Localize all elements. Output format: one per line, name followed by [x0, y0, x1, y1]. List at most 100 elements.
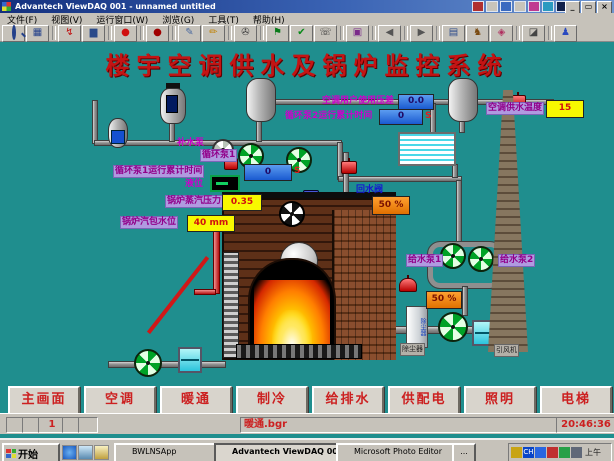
pump1-label: 循环泵1 — [200, 149, 237, 162]
nav-lighting-button[interactable]: 照明 — [464, 386, 536, 416]
pipe — [256, 120, 262, 142]
red-riser-pipe — [213, 228, 220, 294]
return-valve-label: 回水阀 — [356, 185, 383, 196]
ie-quicklaunch-icon[interactable] — [62, 445, 77, 460]
flue-valve — [399, 278, 417, 292]
pump1-time-unit: S — [294, 166, 300, 176]
air-damper — [178, 347, 202, 373]
mini-icon-3[interactable] — [500, 1, 512, 12]
return-valve — [341, 161, 357, 174]
outlook-quicklaunch-icon[interactable] — [94, 445, 109, 460]
ime-lang-tray-icon[interactable]: CH — [523, 447, 534, 458]
forced-draft-fan — [134, 349, 162, 377]
confirm-icon[interactable]: ✔ — [290, 25, 313, 42]
air-duct-pipe — [108, 361, 226, 368]
start-label: 开始 — [18, 446, 38, 461]
heat-exchanger — [398, 132, 456, 166]
level-indicator — [210, 175, 240, 192]
task-viewdaq[interactable]: Advantech ViewDAQ 001... — [214, 443, 355, 461]
feed-valve-value: 50 % — [426, 291, 462, 309]
back-icon[interactable]: ◀ — [378, 25, 401, 42]
network-up-tray-icon[interactable] — [559, 447, 570, 458]
steam-drum-left — [246, 78, 276, 122]
nav-hvac-button[interactable]: 空调 — [84, 386, 156, 416]
id-fan-label: 引风机 — [494, 344, 519, 357]
start-button[interactable]: 开始 — [2, 443, 60, 461]
nav-cooling-button[interactable]: 制冷 — [236, 386, 308, 416]
dust-collector-tower: 除尘器 — [406, 306, 428, 348]
alarm-ack-icon[interactable]: ● — [146, 25, 169, 42]
mini-icon-5[interactable] — [528, 1, 540, 12]
boiler-right-wall — [332, 210, 396, 360]
supply-temp-label: 空调供水温度 — [486, 102, 544, 115]
drum-level-label: 锅炉汽包水位 — [120, 216, 178, 229]
camera-icon[interactable]: ✇ — [234, 25, 257, 42]
status-cell — [78, 417, 98, 433]
dust-collector-label: 除尘器 — [400, 343, 425, 356]
edit-key-icon[interactable]: ✏ — [202, 25, 225, 42]
return-valve-value: 50 % — [372, 196, 410, 215]
forward-icon[interactable]: ▶ — [410, 25, 433, 42]
pipe — [338, 176, 462, 182]
scada-screen: Advantech ViewDAQ 001 - unnamed untitled… — [0, 0, 614, 461]
steam-drum-right — [448, 78, 478, 122]
volume-tray-icon[interactable] — [511, 447, 522, 458]
histogram-icon[interactable]: ▆ — [82, 25, 105, 42]
operator-icon[interactable]: ♟ — [554, 25, 577, 42]
monitor-tray-icon[interactable] — [571, 447, 582, 458]
feed-pump-1-fan — [440, 243, 466, 269]
display-tray-icon[interactable] — [535, 447, 546, 458]
windows-logo-icon — [6, 449, 16, 458]
screen-title: 楼宇空调供水及锅炉监控系统 — [52, 46, 562, 81]
trend-icon[interactable]: ↯ — [58, 25, 81, 42]
level-label: 液位 — [185, 179, 203, 190]
system-tray: CH 上午 — [508, 443, 612, 461]
mini-icon-2[interactable] — [486, 1, 498, 12]
supply-temp-value: 15 — [546, 100, 584, 118]
eraser-icon[interactable]: ◈ — [490, 25, 513, 42]
boiler-ladder — [223, 252, 239, 358]
pin-icon[interactable]: ✎ — [178, 25, 201, 42]
nav-main-screen-button[interactable]: 主画面 — [8, 386, 80, 416]
steam-pressure-label: 锅炉蒸汽压力 — [165, 195, 223, 208]
pump1-time-value: 0 — [244, 164, 292, 181]
induced-draft-fan — [438, 312, 468, 342]
logbook-icon[interactable]: ▤ — [442, 25, 465, 42]
status-clock-cell: 20:46:36 — [556, 417, 614, 433]
pipe — [92, 100, 98, 144]
window-title: Advantech ViewDAQ 001 - unnamed untitled — [15, 2, 216, 11]
tray-clock: 上午 — [585, 447, 601, 458]
toolbar: ▦ ↯ ▆ ● ● ✎ ✏ ✇ ⚑ ✔ ☏ ▣ ◀ ▶ ▤ ♞ ◈ ◪ ♟ — [0, 25, 614, 42]
steam-pressure-value: 0.35 — [222, 194, 262, 211]
pump1-time-label: 循环泵1运行累计时间 — [113, 165, 204, 178]
mini-icon-1[interactable] — [472, 1, 484, 12]
feed-pump-2-fan — [468, 246, 494, 272]
mini-icon-4[interactable] — [514, 1, 526, 12]
titlebar-mini-icons — [472, 1, 568, 12]
antivirus-tray-icon[interactable] — [547, 447, 558, 458]
red-stub-pipe — [194, 289, 216, 295]
nav-elevator-button[interactable]: 电梯 — [540, 386, 612, 416]
nav-water-button[interactable]: 给排水 — [312, 386, 384, 416]
nav-heating-button[interactable]: 暖通 — [160, 386, 232, 416]
search-icon[interactable] — [2, 25, 25, 42]
pipe — [456, 180, 462, 246]
clapper-icon[interactable]: ◪ — [522, 25, 545, 42]
feed-pump1-label: 给水泵1 — [406, 254, 443, 267]
nav-power-button[interactable]: 供配电 — [388, 386, 460, 416]
menu-bar: 文件(F) 视图(V) 运行窗口(W) 浏览(G) 工具(T) 帮助(H) — [0, 13, 614, 25]
task-photo-editor[interactable]: Microsoft Photo Editor — [336, 443, 471, 461]
phone-icon[interactable]: ☏ — [314, 25, 337, 42]
title-bar: Advantech ViewDAQ 001 - unnamed untitled… — [0, 0, 614, 13]
flag-icon[interactable]: ⚑ — [266, 25, 289, 42]
desktop-quicklaunch-icon[interactable] — [78, 445, 93, 460]
pump2-time-unit: S — [425, 111, 431, 121]
mini-icon-6[interactable] — [542, 1, 554, 12]
watchdog-icon[interactable]: ♞ — [466, 25, 489, 42]
panel-icon[interactable]: ▦ — [26, 25, 49, 42]
makeup-pump-label: 补水泵 — [177, 138, 204, 149]
alarm-ball-icon[interactable]: ● — [114, 25, 137, 42]
package-icon[interactable]: ▣ — [346, 25, 369, 42]
expansion-tank-window — [166, 95, 178, 113]
taskbar-overflow-button[interactable]: ... — [452, 443, 476, 461]
